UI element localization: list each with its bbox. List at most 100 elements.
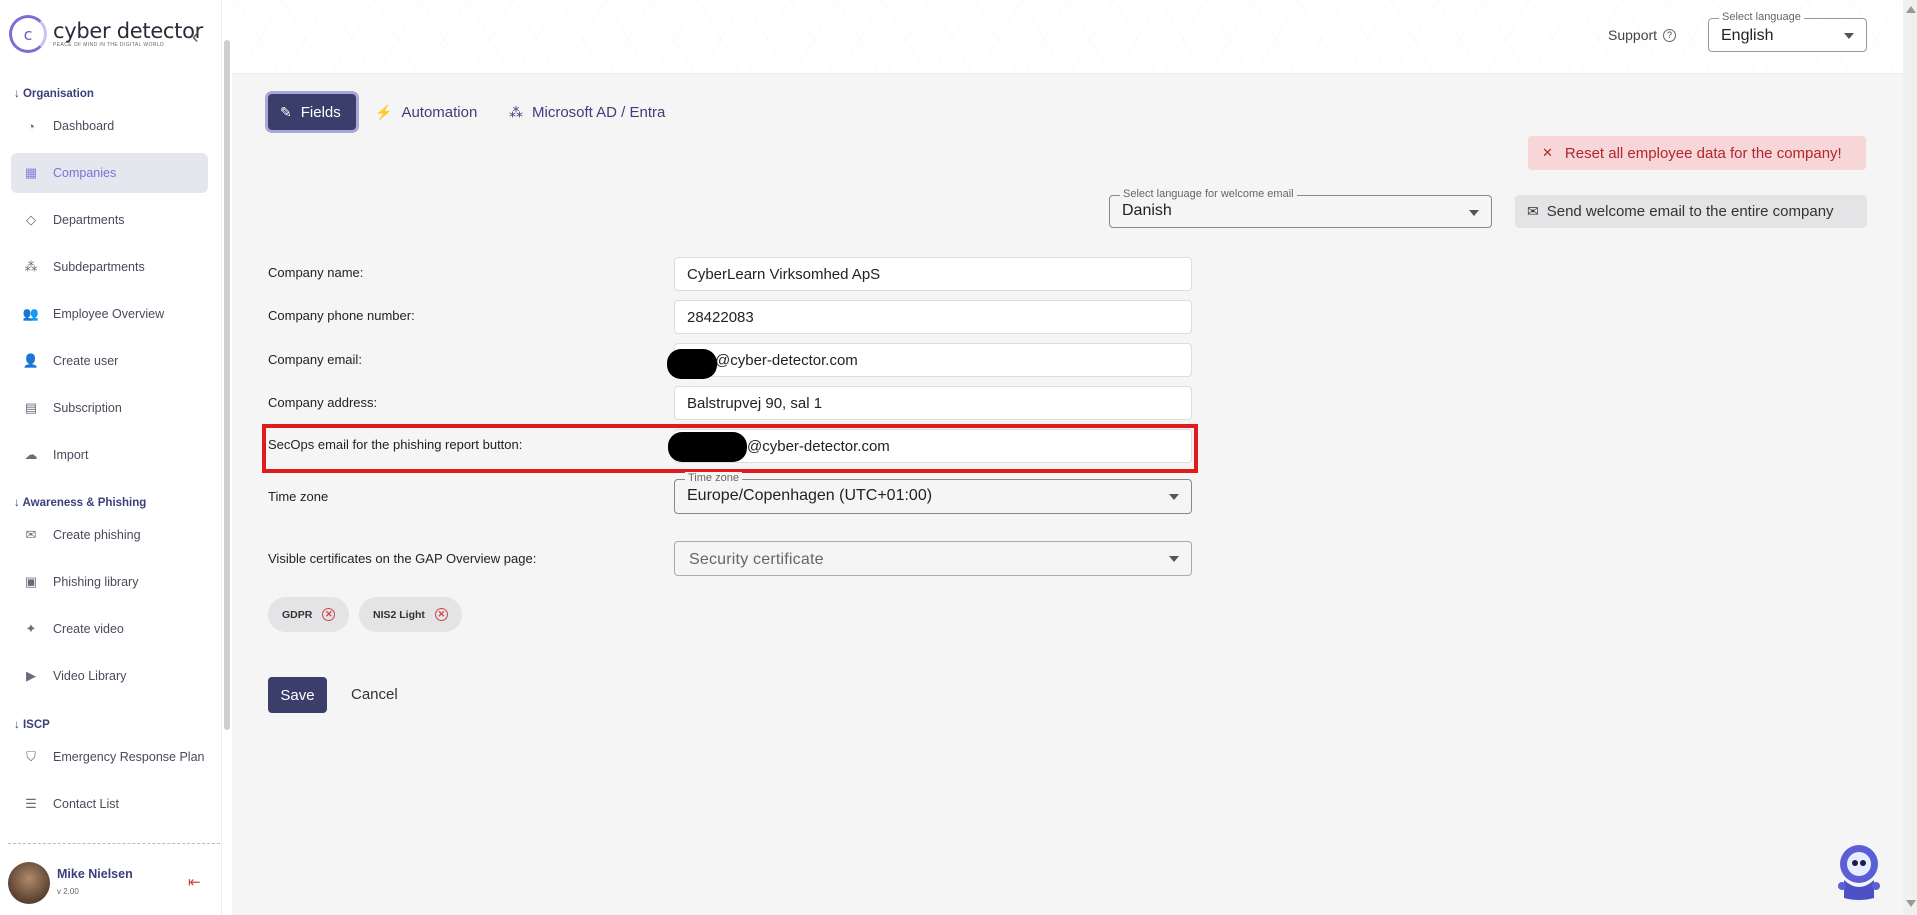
- welcome-language-value: Danish: [1122, 202, 1172, 219]
- chatbot-mascot-icon[interactable]: [1834, 842, 1880, 902]
- section-organisation[interactable]: ↓ Organisation: [14, 88, 94, 100]
- sidebar-item-label: Create phishing: [53, 528, 141, 542]
- tab-automation[interactable]: ⚡ Automation: [375, 94, 477, 130]
- tab-label: Automation: [401, 103, 478, 121]
- language-select[interactable]: Select language English: [1708, 11, 1867, 52]
- hierarchy-icon: ⁂: [24, 259, 38, 274]
- company-name-input[interactable]: [674, 257, 1192, 291]
- send-welcome-email-button[interactable]: ✉ Send welcome email to the entire compan…: [1515, 195, 1867, 228]
- sidebar-scrollbar[interactable]: [222, 0, 232, 915]
- sidebar-item-create-user[interactable]: 👤 Create user: [11, 341, 208, 381]
- remove-chip-icon[interactable]: ✕: [322, 608, 336, 621]
- shield-icon: ⛉: [26, 749, 36, 764]
- remove-chip-icon[interactable]: ✕: [434, 608, 448, 621]
- sidebar-item-subdepartments[interactable]: ⁂ Subdepartments: [11, 247, 208, 287]
- video-icon: ▶: [26, 668, 36, 683]
- company-address-label: Company address:: [268, 395, 378, 410]
- sidebar-item-label: Emergency Response Plan: [53, 750, 205, 764]
- sidebar-item-label: Create user: [53, 354, 119, 368]
- caret-down-icon: [1169, 494, 1179, 500]
- brand-logo[interactable]: c cyber detector PEACE OF MIND IN THE DI…: [9, 15, 203, 53]
- welcome-button-label: Send welcome email to the entire company: [1546, 203, 1834, 220]
- company-email-input[interactable]: [674, 343, 1192, 377]
- scroll-up-icon[interactable]: [1906, 6, 1916, 13]
- language-select-value: English: [1721, 27, 1774, 44]
- tab-label: Microsoft AD / Entra: [532, 103, 666, 121]
- envelope-icon: ✉: [1527, 203, 1539, 219]
- sidebar-item-phishing-library[interactable]: ▣ Phishing library: [11, 562, 208, 602]
- scroll-down-icon[interactable]: [1906, 900, 1916, 907]
- sidebar-item-label: Import: [53, 448, 89, 462]
- logo-text: cyber detector PEACE OF MIND IN THE DIGI…: [53, 20, 203, 48]
- id-card-icon: ▤: [24, 400, 38, 415]
- users-icon: 👥: [22, 306, 40, 321]
- sidebar-item-label: Subscription: [53, 401, 122, 415]
- support-label: Support: [1608, 27, 1658, 43]
- timezone-float-label: Time zone: [685, 472, 742, 484]
- help-icon: ?: [1663, 28, 1677, 42]
- chip-label: NIS2 Light: [373, 608, 425, 621]
- archive-icon: ▣: [24, 574, 38, 589]
- chip-nis2-light: NIS2 Light ✕: [359, 597, 462, 632]
- certificates-label: Visible certificates on the GAP Overview…: [268, 551, 537, 566]
- logout-icon[interactable]: ⇤: [188, 873, 201, 891]
- section-label: ISCP: [22, 719, 50, 731]
- user-name: Mike Nielsen: [57, 867, 133, 881]
- certificate-placeholder: Security certificate: [689, 551, 824, 568]
- company-email-label: Company email:: [268, 352, 362, 367]
- save-button[interactable]: Save: [268, 677, 327, 713]
- sidebar-item-label: Employee Overview: [53, 307, 165, 321]
- certificate-select[interactable]: Security certificate: [674, 541, 1192, 576]
- reset-employee-data-button[interactable]: ✕ Reset all employee data for the company…: [1528, 136, 1866, 170]
- sidebar-item-create-phishing[interactable]: ✉ Create phishing: [11, 515, 208, 555]
- company-phone-input[interactable]: [674, 300, 1192, 334]
- section-label: Organisation: [22, 88, 94, 100]
- redaction-mark: [667, 349, 717, 379]
- sidebar-item-companies[interactable]: ▦ Companies: [11, 153, 208, 193]
- highlight-box: [262, 424, 1198, 473]
- sidebar-item-import[interactable]: ☁ Import: [11, 435, 208, 475]
- collapse-sidebar-chevron-icon[interactable]: ‹: [192, 26, 199, 49]
- timezone-label: Time zone: [268, 489, 329, 504]
- section-label: Awareness & Phishing: [22, 497, 147, 509]
- magic-wand-icon: ✦: [25, 621, 37, 636]
- welcome-email-language-select[interactable]: Select language for welcome email Danish: [1109, 188, 1492, 228]
- sidebar-item-create-video[interactable]: ✦ Create video: [11, 609, 208, 649]
- section-iscp[interactable]: ↓ ISCP: [14, 719, 50, 731]
- tab-microsoft-ad-entra[interactable]: ⁂ Microsoft AD / Entra: [509, 94, 665, 130]
- layers-icon: ◇: [26, 212, 36, 227]
- sidebar-item-departments[interactable]: ◇ Departments: [11, 200, 208, 240]
- chip-label: GDPR: [282, 608, 313, 621]
- avatar[interactable]: [8, 862, 50, 904]
- timezone-value: Europe/Copenhagen (UTC+01:00): [687, 487, 933, 504]
- sidebar: c cyber detector PEACE OF MIND IN THE DI…: [0, 0, 222, 915]
- welcome-language-label: Select language for welcome email: [1120, 188, 1297, 200]
- cancel-button[interactable]: Cancel: [351, 686, 398, 703]
- timezone-select[interactable]: Time zone Europe/Copenhagen (UTC+01:00): [674, 472, 1192, 514]
- app-version: v 2.00: [57, 887, 79, 896]
- section-awareness-phishing[interactable]: ↓ Awareness & Phishing: [14, 497, 146, 509]
- logo-letter: c: [23, 24, 33, 44]
- sidebar-item-label: Create video: [53, 622, 124, 636]
- tab-fields[interactable]: ✎ Fields: [268, 94, 356, 130]
- sidebar-item-video-library[interactable]: ▶ Video Library: [11, 656, 208, 696]
- sidebar-item-label: Phishing library: [53, 575, 139, 589]
- sidebar-item-employee-overview[interactable]: 👥 Employee Overview: [11, 294, 208, 334]
- mail-hook-icon: ✉: [25, 527, 37, 542]
- user-divider: [8, 843, 220, 844]
- sidebar-item-subscription[interactable]: ▤ Subscription: [11, 388, 208, 428]
- sidebar-item-emergency-response-plan[interactable]: ⛉ Emergency Response Plan: [11, 737, 208, 777]
- tab-label: Fields: [300, 103, 341, 121]
- main-scrollbar[interactable]: [1903, 0, 1917, 915]
- sidebar-item-dashboard[interactable]: ◔ Dashboard: [11, 106, 208, 146]
- edit-icon: ✎: [280, 103, 292, 120]
- reset-label: Reset all employee data for the company!: [1564, 144, 1842, 162]
- language-select-label: Select language: [1719, 11, 1804, 23]
- sidebar-item-contact-list[interactable]: ☰ Contact List: [11, 784, 208, 824]
- sitemap-icon: ⁂: [509, 103, 523, 120]
- contacts-icon: ☰: [25, 796, 37, 811]
- company-address-input[interactable]: [674, 386, 1192, 420]
- sidebar-scrollbar-thumb[interactable]: [224, 40, 230, 730]
- user-add-icon: 👤: [22, 353, 40, 368]
- support-link[interactable]: Support?: [1608, 27, 1677, 43]
